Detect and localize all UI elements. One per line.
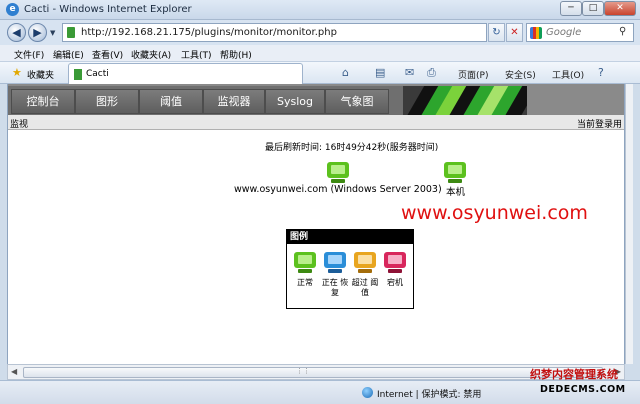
menu-favorites[interactable]: 收藏夹(A) bbox=[131, 48, 171, 61]
menu-file[interactable]: 文件(F) bbox=[14, 48, 44, 61]
watermark-text: www.osyunwei.com bbox=[401, 202, 588, 224]
page-content: 控制台 图形 阈值 监视器 Syslog 气象图 监视 当前登录用 最后刷新时间… bbox=[7, 84, 625, 380]
host-monitor-icon[interactable] bbox=[444, 162, 466, 184]
last-refresh-time: 最后刷新时间: 16时49分42秒(服务器时间) bbox=[265, 143, 439, 153]
tab-monitor[interactable]: 监视器 bbox=[203, 89, 265, 114]
mail-icon[interactable]: ✉ bbox=[405, 66, 414, 79]
safety-menu[interactable]: 安全(S) bbox=[505, 68, 536, 81]
print-icon[interactable]: ⎙ bbox=[427, 66, 436, 80]
status-down-icon bbox=[384, 252, 406, 274]
address-url[interactable]: http://192.168.21.175/plugins/monitor/mo… bbox=[81, 27, 337, 38]
tab-graphs[interactable]: 图形 bbox=[75, 89, 139, 114]
address-toolbar: ◀ ▶ ▼ http://192.168.21.175/plugins/moni… bbox=[0, 20, 640, 45]
logged-in-user: 当前登录用 bbox=[576, 120, 622, 130]
status-up-icon bbox=[294, 252, 316, 274]
home-icon[interactable]: ⌂ bbox=[342, 66, 349, 79]
google-icon bbox=[530, 27, 542, 39]
tab-cacti[interactable]: Cacti bbox=[68, 63, 303, 84]
ie-logo-icon: e bbox=[6, 3, 19, 16]
host-label[interactable]: www.osyunwei.com (Windows Server 2003) bbox=[234, 184, 442, 195]
host-monitor-icon[interactable] bbox=[327, 162, 349, 184]
page-menu[interactable]: 页面(P) bbox=[458, 68, 488, 81]
refresh-icon[interactable]: ↻ bbox=[488, 23, 505, 42]
feeds-icon[interactable]: ▤ bbox=[375, 66, 385, 79]
tools-menu[interactable]: 工具(O) bbox=[552, 68, 584, 81]
help-icon[interactable]: ? bbox=[598, 66, 604, 79]
status-threshold-icon bbox=[354, 252, 376, 274]
dedecms-watermark: 织梦内容管理系统 bbox=[530, 368, 618, 381]
breadcrumb-current: 监视 bbox=[10, 120, 29, 130]
dedecms-watermark-url: DEDECMS.COM bbox=[540, 384, 626, 395]
legend-label: 正常 bbox=[297, 278, 313, 287]
search-input[interactable]: Google bbox=[546, 27, 581, 38]
security-zone[interactable]: Internet | 保护模式: 禁用 bbox=[377, 387, 481, 400]
legend-label: 正在 恢复 bbox=[321, 278, 349, 297]
back-button[interactable]: ◀ bbox=[7, 23, 26, 42]
host-label[interactable]: 本机 bbox=[446, 184, 465, 198]
legend-box: 图例 正常 正在 恢复 超过 阈值 宕机 bbox=[286, 229, 414, 309]
search-icon[interactable]: ⚲ bbox=[619, 26, 626, 37]
title-bar: e Cacti - Windows Internet Explorer ─ □ … bbox=[0, 0, 640, 20]
minimize-button[interactable]: ─ bbox=[560, 1, 582, 16]
menu-edit[interactable]: 编辑(E) bbox=[53, 48, 84, 61]
favorites-star-icon[interactable]: ★ bbox=[12, 66, 22, 79]
menu-bar: 文件(F) 编辑(E) 查看(V) 收藏夹(A) 工具(T) 帮助(H) bbox=[0, 45, 640, 62]
tab-weathermap[interactable]: 气象图 bbox=[325, 89, 389, 114]
tab-label: Cacti bbox=[86, 69, 109, 79]
cacti-page-icon bbox=[67, 27, 75, 38]
forward-button[interactable]: ▶ bbox=[28, 23, 47, 42]
search-box[interactable]: Google ⚲ bbox=[526, 23, 634, 42]
scroll-left-icon[interactable]: ◀ bbox=[11, 367, 17, 376]
tab-thresholds[interactable]: 阈值 bbox=[139, 89, 203, 114]
internet-zone-icon bbox=[362, 387, 373, 398]
stop-icon[interactable]: ✕ bbox=[506, 23, 523, 42]
legend-label: 超过 阈值 bbox=[351, 278, 379, 297]
close-button[interactable]: ✕ bbox=[604, 1, 636, 16]
scrollbar-thumb[interactable] bbox=[23, 367, 603, 378]
status-recovering-icon bbox=[324, 252, 346, 274]
menu-tools[interactable]: 工具(T) bbox=[181, 48, 212, 61]
legend-title: 图例 bbox=[287, 230, 413, 244]
cacti-banner-graphic bbox=[403, 86, 624, 117]
menu-help[interactable]: 帮助(H) bbox=[220, 48, 252, 61]
favorites-bar: ★ 收藏夹 Cacti ⌂ ▤ ✉ ⎙ 页面(P) 安全(S) 工具(O) ? bbox=[0, 62, 640, 84]
window-title: Cacti - Windows Internet Explorer bbox=[24, 4, 192, 15]
favorites-button[interactable]: 收藏夹 bbox=[27, 68, 54, 81]
maximize-button[interactable]: □ bbox=[582, 1, 604, 16]
menu-view[interactable]: 查看(V) bbox=[92, 48, 123, 61]
breadcrumb: 监视 当前登录用 bbox=[8, 115, 624, 130]
tab-syslog[interactable]: Syslog bbox=[265, 89, 325, 114]
tab-console[interactable]: 控制台 bbox=[11, 89, 75, 114]
cacti-tab-icon bbox=[74, 69, 82, 80]
cacti-nav-bar: 控制台 图形 阈值 监视器 Syslog 气象图 bbox=[8, 84, 624, 117]
scrollbar-grip-icon: ⋮⋮ bbox=[296, 367, 310, 375]
legend-label: 宕机 bbox=[387, 278, 403, 287]
history-dropdown-icon[interactable]: ▼ bbox=[50, 29, 55, 37]
vertical-scrollbar[interactable] bbox=[625, 84, 633, 364]
address-bar[interactable]: http://192.168.21.175/plugins/monitor/mo… bbox=[62, 23, 487, 42]
